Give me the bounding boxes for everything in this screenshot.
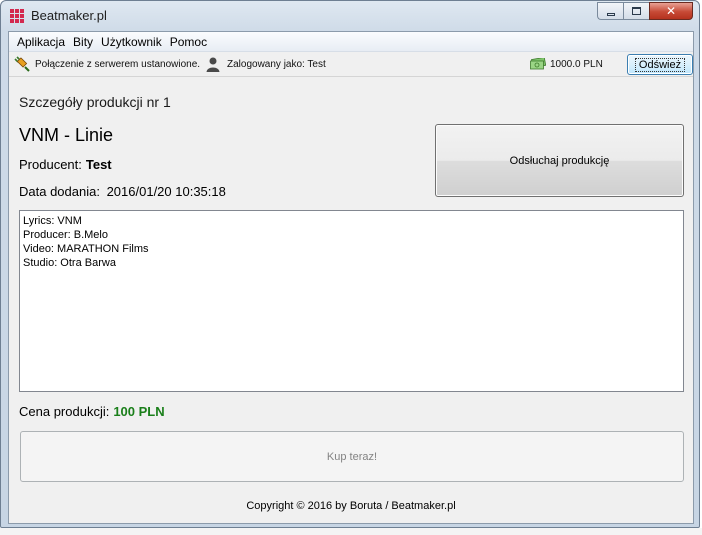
copyright-text: Copyright © 2016 by Boruta / Beatmaker.p… xyxy=(246,500,456,512)
menu-aplikacja[interactable]: Aplikacja xyxy=(13,35,69,49)
minimize-button[interactable] xyxy=(597,2,623,20)
details-header: Szczegóły produkcji nr 1 xyxy=(19,94,171,110)
desktop-backdrop xyxy=(0,528,702,535)
price-label: Cena produkcji: xyxy=(19,404,110,419)
caption-buttons: ✕ xyxy=(597,2,693,21)
account-balance: 1000.0 PLN xyxy=(550,59,603,70)
maximize-button[interactable] xyxy=(623,2,649,20)
producer-row: Producent: Test xyxy=(19,157,112,172)
logged-in-user: Zalogowany jako: Test xyxy=(227,59,326,70)
producer-label: Producent: xyxy=(19,157,82,172)
date-label: Data dodania: xyxy=(19,184,100,199)
client-area: Aplikacja Bity Użytkownik Pomoc Połączen… xyxy=(8,31,694,524)
production-title: VNM - Linie xyxy=(19,125,114,145)
menu-bar: Aplikacja Bity Użytkownik Pomoc xyxy=(9,32,693,52)
description-textbox[interactable]: Lyrics: VNM Producer: B.Melo Video: MARA… xyxy=(19,210,684,392)
description-line: Studio: Otra Barwa xyxy=(23,257,116,269)
menu-bity[interactable]: Bity xyxy=(69,35,97,49)
menu-uzytkownik[interactable]: Użytkownik xyxy=(97,35,166,49)
close-button[interactable]: ✕ xyxy=(649,2,693,20)
refresh-button-label: Odśwież xyxy=(634,57,686,72)
date-row: Data dodania: 2016/01/20 10:35:18 xyxy=(19,184,226,199)
status-bar: Połączenie z serwerem ustanowione. Zalog… xyxy=(9,53,693,77)
producer-name: Test xyxy=(85,157,112,172)
buy-now-button[interactable]: Kup teraz! xyxy=(20,431,684,482)
refresh-button[interactable]: Odśwież xyxy=(627,54,693,75)
app-grid-icon xyxy=(10,9,24,23)
listen-button[interactable]: Odsłuchaj produkcję xyxy=(435,124,684,197)
price-row: Cena produkcji: 100 PLN xyxy=(19,404,165,419)
user-icon xyxy=(206,57,220,72)
window-title: Beatmaker.pl xyxy=(31,8,107,23)
description-line: Video: MARATHON Films xyxy=(23,243,149,255)
date-value: 2016/01/20 10:35:18 xyxy=(106,184,226,199)
plug-icon xyxy=(14,56,30,72)
connection-status: Połączenie z serwerem ustanowione. xyxy=(35,59,201,70)
description-line: Lyrics: VNM xyxy=(23,215,82,227)
close-icon: ✕ xyxy=(665,4,677,18)
price-value: 100 PLN xyxy=(113,404,165,419)
minimize-icon xyxy=(606,12,615,16)
description-line: Producer: B.Melo xyxy=(23,229,108,241)
money-icon xyxy=(530,58,546,70)
maximize-icon xyxy=(632,7,641,15)
menu-pomoc[interactable]: Pomoc xyxy=(166,35,211,49)
app-window: Beatmaker.pl ✕ Aplikacja Bity Użytkownik… xyxy=(0,0,700,528)
title-bar[interactable]: Beatmaker.pl ✕ xyxy=(1,1,699,31)
